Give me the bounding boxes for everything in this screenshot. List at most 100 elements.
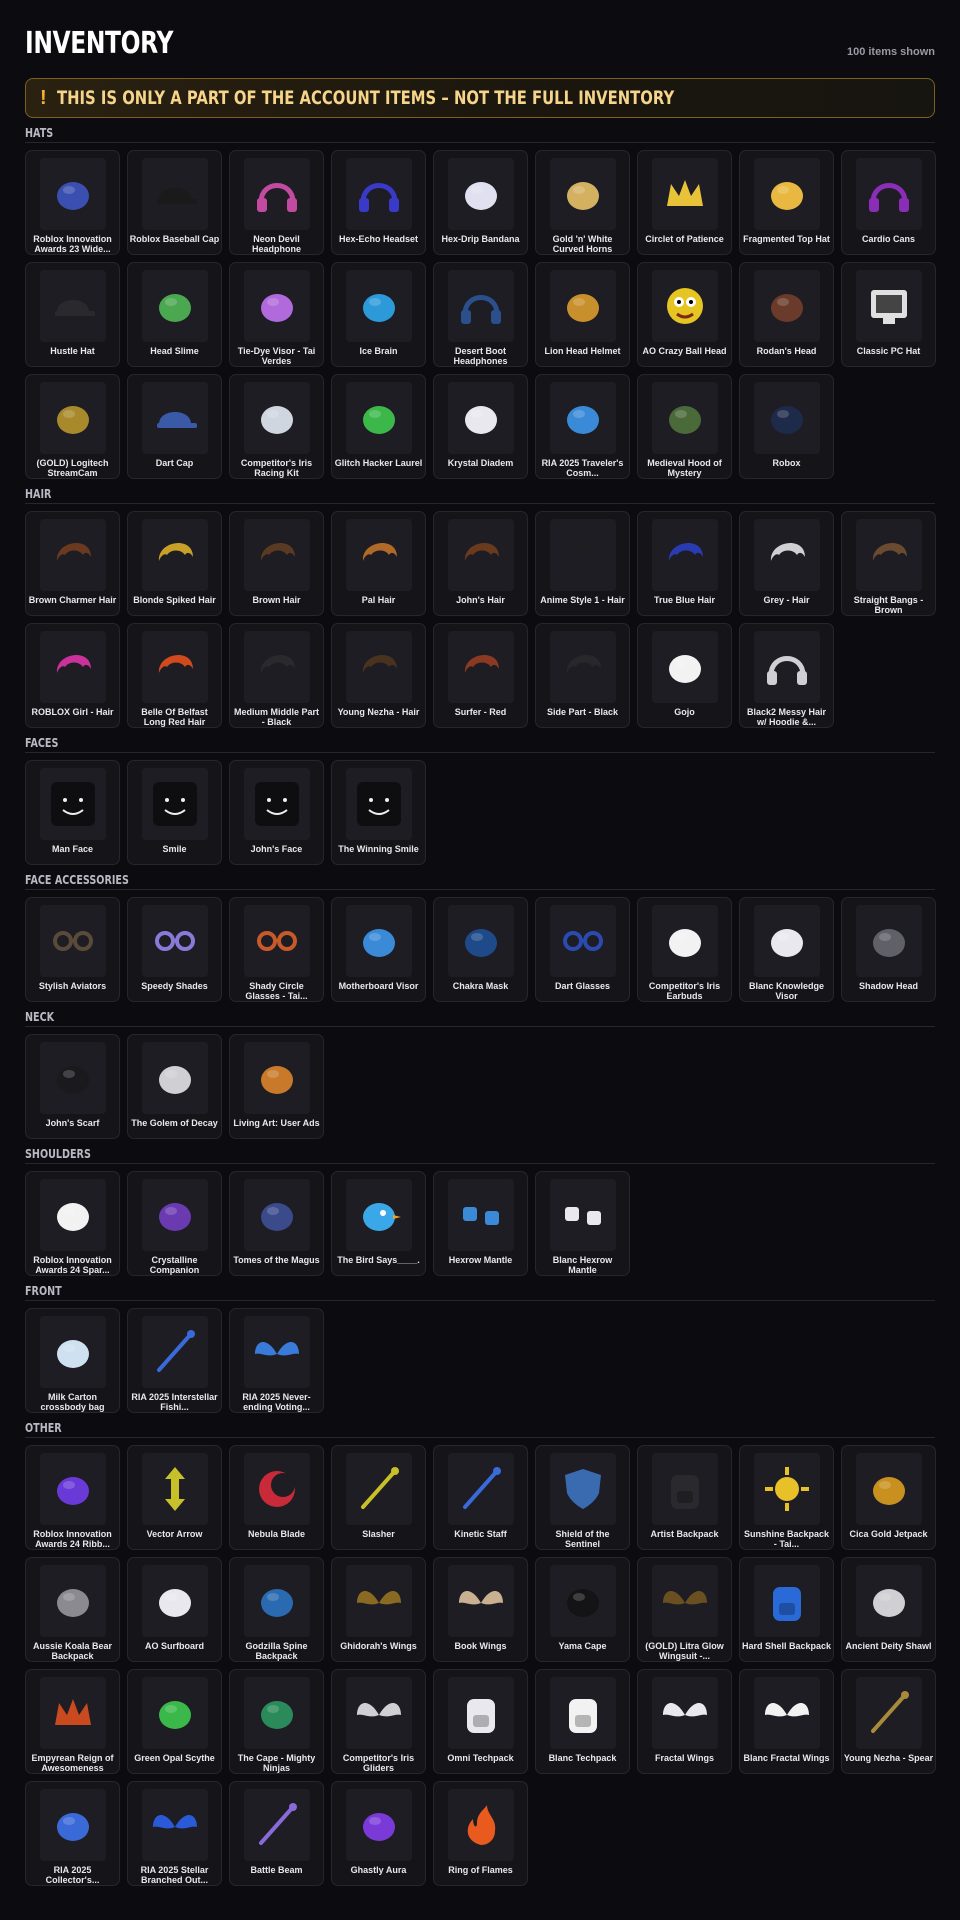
item-card[interactable]: The Bird Says____.: [331, 1171, 426, 1276]
item-card[interactable]: Gold 'n' White Curved Horns: [535, 150, 630, 255]
item-card[interactable]: Hex-Drip Bandana: [433, 150, 528, 255]
item-card[interactable]: Krystal Diadem: [433, 374, 528, 479]
item-card[interactable]: Stylish Aviators: [25, 897, 120, 1002]
item-card[interactable]: Roblox Innovation Awards 24 Spar...: [25, 1171, 120, 1276]
item-card[interactable]: Blanc Fractal Wings: [739, 1669, 834, 1774]
item-card[interactable]: Ghidorah's Wings: [331, 1557, 426, 1662]
item-card[interactable]: Young Nezha - Hair: [331, 623, 426, 728]
item-card[interactable]: Ice Brain: [331, 262, 426, 367]
item-card[interactable]: RIA 2025 Interstellar Fishi...: [127, 1308, 222, 1413]
item-card[interactable]: Brown Charmer Hair: [25, 511, 120, 616]
item-card[interactable]: Sunshine Backpack - Tai...: [739, 1445, 834, 1550]
item-card[interactable]: Shadow Head: [841, 897, 936, 1002]
item-card[interactable]: Fractal Wings: [637, 1669, 732, 1774]
item-card[interactable]: Dart Cap: [127, 374, 222, 479]
item-card[interactable]: (GOLD) Litra Glow Wingsuit -...: [637, 1557, 732, 1662]
item-card[interactable]: Brown Hair: [229, 511, 324, 616]
item-card[interactable]: Side Part - Black: [535, 623, 630, 728]
item-card[interactable]: RIA 2025 Never-ending Voting...: [229, 1308, 324, 1413]
item-card[interactable]: Robox: [739, 374, 834, 479]
item-card[interactable]: Empyrean Reign of Awesomeness: [25, 1669, 120, 1774]
item-card[interactable]: Competitor's Iris Gliders: [331, 1669, 426, 1774]
item-card[interactable]: Artist Backpack: [637, 1445, 732, 1550]
item-card[interactable]: Rodan's Head: [739, 262, 834, 367]
item-card[interactable]: Classic PC Hat: [841, 262, 936, 367]
item-card[interactable]: Aussie Koala Bear Backpack: [25, 1557, 120, 1662]
item-card[interactable]: Tie-Dye Visor - Tai Verdes: [229, 262, 324, 367]
item-card[interactable]: Cica Gold Jetpack: [841, 1445, 936, 1550]
item-card[interactable]: Belle Of Belfast Long Red Hair: [127, 623, 222, 728]
item-card[interactable]: Hexrow Mantle: [433, 1171, 528, 1276]
item-card[interactable]: Yama Cape: [535, 1557, 630, 1662]
item-card[interactable]: Head Slime: [127, 262, 222, 367]
item-card[interactable]: Vector Arrow: [127, 1445, 222, 1550]
item-card[interactable]: Pal Hair: [331, 511, 426, 616]
item-card[interactable]: ROBLOX Girl - Hair: [25, 623, 120, 728]
item-card[interactable]: Lion Head Helmet: [535, 262, 630, 367]
item-card[interactable]: Anime Style 1 - Hair: [535, 511, 630, 616]
item-card[interactable]: Smile: [127, 760, 222, 865]
item-card[interactable]: Grey - Hair: [739, 511, 834, 616]
item-card[interactable]: Roblox Innovation Awards 23 Wide...: [25, 150, 120, 255]
item-card[interactable]: Straight Bangs - Brown: [841, 511, 936, 616]
item-card[interactable]: Crystalline Companion: [127, 1171, 222, 1276]
item-card[interactable]: AO Crazy Ball Head: [637, 262, 732, 367]
item-card[interactable]: Neon Devil Headphone: [229, 150, 324, 255]
item-card[interactable]: John's Hair: [433, 511, 528, 616]
item-card[interactable]: Shield of the Sentinel: [535, 1445, 630, 1550]
item-card[interactable]: Tomes of the Magus: [229, 1171, 324, 1276]
item-card[interactable]: Gojo: [637, 623, 732, 728]
item-card[interactable]: RIA 2025 Collector's...: [25, 1781, 120, 1886]
item-card[interactable]: Shady Circle Glasses - Tai...: [229, 897, 324, 1002]
item-card[interactable]: John's Scarf: [25, 1034, 120, 1139]
item-card[interactable]: Dart Glasses: [535, 897, 630, 1002]
item-card[interactable]: Blanc Techpack: [535, 1669, 630, 1774]
item-card[interactable]: The Winning Smile: [331, 760, 426, 865]
item-card[interactable]: RIA 2025 Stellar Branched Out...: [127, 1781, 222, 1886]
item-card[interactable]: Green Opal Scythe: [127, 1669, 222, 1774]
item-card[interactable]: Circlet of Patience: [637, 150, 732, 255]
item-card[interactable]: Nebula Blade: [229, 1445, 324, 1550]
item-card[interactable]: Blanc Hexrow Mantle: [535, 1171, 630, 1276]
item-card[interactable]: Godzilla Spine Backpack: [229, 1557, 324, 1662]
item-card[interactable]: Glitch Hacker Laurel: [331, 374, 426, 479]
item-card[interactable]: Hex-Echo Headset: [331, 150, 426, 255]
item-card[interactable]: Cardio Cans: [841, 150, 936, 255]
item-card[interactable]: The Cape - Mighty Ninjas: [229, 1669, 324, 1774]
item-card[interactable]: True Blue Hair: [637, 511, 732, 616]
item-card[interactable]: Slasher: [331, 1445, 426, 1550]
item-card[interactable]: Competitor's Iris Racing Kit: [229, 374, 324, 479]
item-card[interactable]: Surfer - Red: [433, 623, 528, 728]
item-card[interactable]: Omni Techpack: [433, 1669, 528, 1774]
item-card[interactable]: Young Nezha - Spear: [841, 1669, 936, 1774]
item-card[interactable]: Hustle Hat: [25, 262, 120, 367]
item-card[interactable]: RIA 2025 Traveler's Cosm...: [535, 374, 630, 479]
item-card[interactable]: Desert Boot Headphones: [433, 262, 528, 367]
item-card[interactable]: Roblox Baseball Cap: [127, 150, 222, 255]
item-card[interactable]: Fragmented Top Hat: [739, 150, 834, 255]
item-card[interactable]: Milk Carton crossbody bag: [25, 1308, 120, 1413]
item-card[interactable]: Medieval Hood of Mystery: [637, 374, 732, 479]
item-card[interactable]: Chakra Mask: [433, 897, 528, 1002]
item-card[interactable]: Book Wings: [433, 1557, 528, 1662]
item-card[interactable]: Blonde Spiked Hair: [127, 511, 222, 616]
item-card[interactable]: John's Face: [229, 760, 324, 865]
item-card[interactable]: Medium Middle Part - Black: [229, 623, 324, 728]
item-card[interactable]: Roblox Innovation Awards 24 Ribb...: [25, 1445, 120, 1550]
item-card[interactable]: The Golem of Decay: [127, 1034, 222, 1139]
item-card[interactable]: Man Face: [25, 760, 120, 865]
item-card[interactable]: (GOLD) Logitech StreamCam: [25, 374, 120, 479]
item-card[interactable]: Battle Beam: [229, 1781, 324, 1886]
item-card[interactable]: Competitor's Iris Earbuds: [637, 897, 732, 1002]
item-card[interactable]: Blanc Knowledge Visor: [739, 897, 834, 1002]
item-card[interactable]: Ring of Flames: [433, 1781, 528, 1886]
item-card[interactable]: Motherboard Visor: [331, 897, 426, 1002]
item-card[interactable]: Ghastly Aura: [331, 1781, 426, 1886]
item-card[interactable]: Hard Shell Backpack: [739, 1557, 834, 1662]
item-card[interactable]: Speedy Shades: [127, 897, 222, 1002]
item-card[interactable]: Living Art: User Ads: [229, 1034, 324, 1139]
item-card[interactable]: Ancient Deity Shawl: [841, 1557, 936, 1662]
item-card[interactable]: Kinetic Staff: [433, 1445, 528, 1550]
item-card[interactable]: AO Surfboard: [127, 1557, 222, 1662]
item-card[interactable]: Black2 Messy Hair w/ Hoodie &...: [739, 623, 834, 728]
